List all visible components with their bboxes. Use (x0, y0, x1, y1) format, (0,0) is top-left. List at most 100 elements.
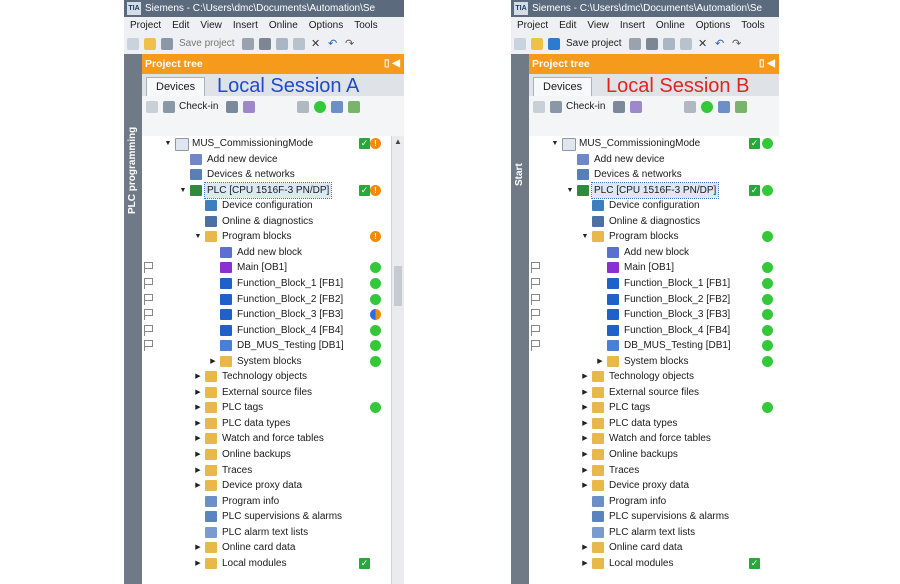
save-project-button[interactable]: Save project (566, 34, 622, 54)
tree-item[interactable]: ▼ Program blocks! (142, 229, 404, 245)
chevron-right-icon[interactable]: ▶ (193, 431, 203, 447)
chevron-right-icon[interactable]: ▶ (193, 385, 203, 401)
chevron-right-icon[interactable]: ▶ (193, 463, 203, 479)
delete-icon[interactable]: ✕ (310, 38, 322, 50)
paste-icon[interactable] (292, 38, 305, 50)
tree-item[interactable]: ▶ Traces (142, 463, 404, 479)
tree-item[interactable]: Online & diagnostics (142, 214, 404, 230)
tree-item[interactable]: ▶ Local modules ✓ (529, 556, 779, 572)
chevron-right-icon[interactable]: ▶ (580, 447, 590, 463)
export-icon[interactable] (348, 101, 361, 113)
checkin-icon[interactable] (550, 101, 562, 113)
tree-item[interactable]: ▶ Online card data (529, 540, 779, 556)
tree-item[interactable]: Function_Block_2 [FB2] (529, 292, 779, 308)
tree-item[interactable]: ▼ PLC [CPU 1516F-3 PN/DP] ✓ (529, 181, 779, 200)
paste-icon[interactable] (679, 38, 692, 50)
tree-item[interactable]: ▶ Online backups (529, 447, 779, 463)
checkin-icon[interactable] (163, 101, 175, 113)
tree-item[interactable]: Main [OB1] (529, 260, 779, 276)
tree-item[interactable]: ▼ Program blocks (529, 229, 779, 245)
tree-item[interactable]: Function_Block_2 [FB2] (142, 292, 404, 308)
tree-item[interactable]: DB_MUS_Testing [DB1] (529, 338, 779, 354)
tree-item[interactable]: ▶ PLC tags (529, 400, 779, 416)
tree-item[interactable]: ▶ External source files (142, 385, 404, 401)
menu-tools[interactable]: Tools (354, 20, 377, 31)
chevron-right-icon[interactable]: ▶ (208, 354, 218, 370)
chevron-right-icon[interactable]: ▶ (580, 431, 590, 447)
new-project-icon[interactable] (514, 38, 526, 50)
tree-item[interactable]: ▶ Watch and force tables (529, 431, 779, 447)
menu-project[interactable]: Project (517, 20, 548, 31)
tree-item[interactable]: ▶ System blocks (142, 354, 404, 370)
chevron-down-icon[interactable]: ▼ (580, 229, 590, 245)
menu-project[interactable]: Project (130, 20, 161, 31)
menu-tools[interactable]: Tools (741, 20, 764, 31)
tree-item[interactable]: ▶ Device proxy data (142, 478, 404, 494)
tree-item[interactable]: ▶ PLC data types (142, 416, 404, 432)
tree-item[interactable]: PLC alarm text lists (529, 525, 779, 541)
tree-item[interactable]: ▶ PLC data types (529, 416, 779, 432)
tree-item[interactable]: DB_MUS_Testing [DB1] (142, 338, 404, 354)
copy-icon[interactable] (662, 38, 675, 50)
cut-icon[interactable] (258, 38, 271, 50)
chevron-right-icon[interactable]: ▶ (193, 416, 203, 432)
chevron-right-icon[interactable]: ▶ (193, 478, 203, 494)
menu-options[interactable]: Options (309, 20, 343, 31)
tree-item[interactable]: Device configuration (142, 198, 404, 214)
tree-item[interactable]: Function_Block_3 [FB3] (142, 307, 404, 323)
menu-insert[interactable]: Insert (620, 20, 645, 31)
delete-icon[interactable]: ✕ (697, 38, 709, 50)
menu-insert[interactable]: Insert (233, 20, 258, 31)
tab-devices[interactable]: Devices (146, 77, 206, 96)
chevron-right-icon[interactable]: ▶ (580, 478, 590, 494)
collapse-panel-icon[interactable]: ▯ ◀ (384, 54, 400, 74)
tree-item[interactable]: PLC supervisions & alarms (529, 509, 779, 525)
status-icon[interactable] (314, 101, 327, 113)
network-view-icon[interactable] (297, 101, 310, 113)
print-icon[interactable] (241, 38, 254, 50)
grid-icon[interactable] (533, 101, 545, 113)
chevron-right-icon[interactable]: ▶ (580, 385, 590, 401)
menu-edit[interactable]: Edit (559, 20, 576, 31)
tree-item[interactable]: Add new device (529, 152, 779, 168)
tree-item[interactable]: ▼ PLC [CPU 1516F-3 PN/DP] ✓! (142, 181, 404, 200)
redo-icon[interactable]: ↷ (731, 38, 743, 50)
tree-item[interactable]: ▼ MUS_CommissioningMode ✓! (142, 136, 404, 152)
menu-options[interactable]: Options (696, 20, 730, 31)
edit-icon[interactable] (243, 101, 256, 113)
tree-item[interactable]: Function_Block_1 [FB1] (529, 276, 779, 292)
scroll-up-icon[interactable]: ▲ (392, 136, 404, 148)
redo-icon[interactable]: ↷ (344, 38, 356, 50)
tree-item[interactable]: ▶ Traces (529, 463, 779, 479)
chevron-right-icon[interactable]: ▶ (580, 540, 590, 556)
tree-scrollbar[interactable]: ▲ (391, 136, 404, 584)
tree-item[interactable]: Devices & networks (142, 167, 404, 183)
tree-item[interactable]: Program info (142, 494, 404, 510)
print-icon[interactable] (628, 38, 641, 50)
checkin-button[interactable]: Check-in (566, 96, 605, 118)
scroll-thumb[interactable] (394, 266, 402, 306)
chevron-right-icon[interactable]: ▶ (580, 416, 590, 432)
edit-icon[interactable] (630, 101, 643, 113)
tree-item[interactable]: ▶ Watch and force tables (142, 431, 404, 447)
sort-icon[interactable] (613, 101, 626, 113)
status-icon[interactable] (701, 101, 714, 113)
chevron-right-icon[interactable]: ▶ (193, 369, 203, 385)
tree-item[interactable]: Function_Block_1 [FB1] (142, 276, 404, 292)
chevron-right-icon[interactable]: ▶ (193, 447, 203, 463)
collapse-panel-icon[interactable]: ▯ ◀ (759, 54, 775, 74)
portal-side-bar[interactable]: Start (511, 54, 529, 584)
chevron-down-icon[interactable]: ▼ (193, 229, 203, 245)
sort-icon[interactable] (226, 101, 239, 113)
chevron-right-icon[interactable]: ▶ (580, 369, 590, 385)
chevron-down-icon[interactable]: ▼ (565, 183, 575, 199)
tree-item[interactable]: ▼ MUS_CommissioningMode ✓ (529, 136, 779, 152)
chevron-down-icon[interactable]: ▼ (178, 183, 188, 199)
menu-edit[interactable]: Edit (172, 20, 189, 31)
tree-item[interactable]: PLC supervisions & alarms (142, 509, 404, 525)
tree-item[interactable]: PLC alarm text lists (142, 525, 404, 541)
save-icon[interactable] (161, 38, 173, 50)
portal-side-bar[interactable]: PLC programming (124, 54, 142, 584)
tree-item[interactable]: ▶ External source files (529, 385, 779, 401)
new-project-icon[interactable] (127, 38, 139, 50)
